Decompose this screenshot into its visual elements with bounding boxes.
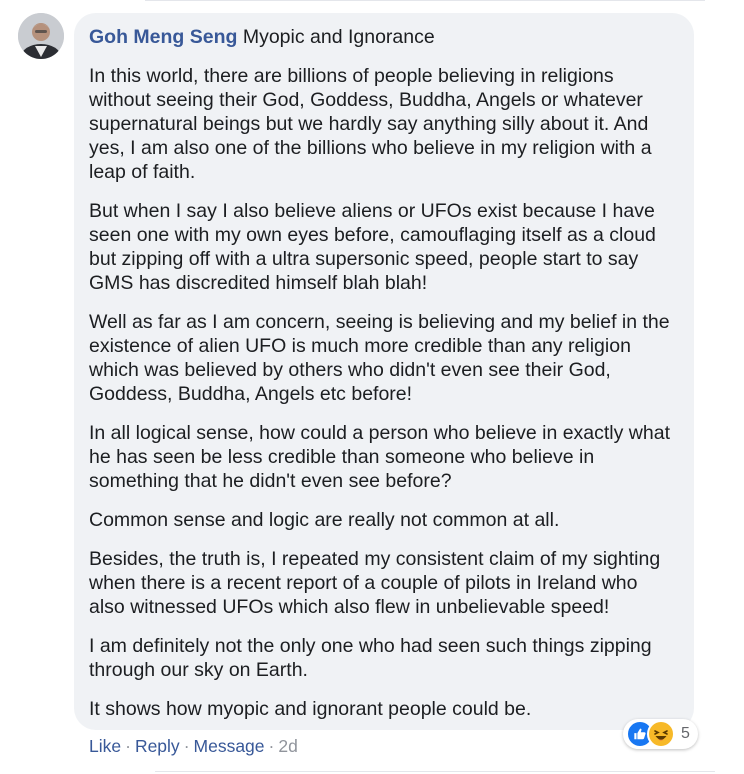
comment-actions: Like · Reply · Message · 2d <box>89 735 298 757</box>
top-divider <box>145 0 705 1</box>
comment-paragraph: In this world, there are billions of peo… <box>89 65 652 183</box>
author-name[interactable]: Goh Meng Seng <box>89 26 237 48</box>
comment-paragraph: In all logical sense, how could a person… <box>89 422 671 492</box>
reaction-count: 5 <box>681 725 690 742</box>
reaction-summary[interactable]: 5 <box>623 719 698 749</box>
timestamp[interactable]: 2d <box>278 736 297 756</box>
comment-bubble: Goh Meng Seng Myopic and Ignorance In th… <box>74 13 694 730</box>
bottom-divider <box>155 771 715 772</box>
separator: · <box>125 736 131 756</box>
message-link[interactable]: Message <box>194 736 265 756</box>
separator: · <box>183 736 190 756</box>
comment-paragraph: Well as far as I am concern, seeing is b… <box>89 311 670 405</box>
comment-header: Goh Meng Seng Myopic and Ignorance <box>89 25 678 49</box>
comment-title: Myopic and Ignorance <box>242 26 435 48</box>
comment-paragraph: Besides, the truth is, I repeated my con… <box>89 548 661 618</box>
comment-paragraph: I am definitely not the only one who had… <box>89 635 652 681</box>
comment-paragraph: Common sense and logic are really not co… <box>89 509 560 531</box>
avatar[interactable] <box>18 13 64 59</box>
avatar-photo <box>18 13 64 59</box>
comment-paragraph: It shows how myopic and ignorant people … <box>89 698 532 720</box>
like-link[interactable]: Like <box>89 736 121 756</box>
separator: · <box>268 736 275 756</box>
comment-paragraph: But when I say I also believe aliens or … <box>89 200 656 294</box>
haha-icon <box>647 720 675 748</box>
reply-link[interactable]: Reply <box>135 736 180 756</box>
